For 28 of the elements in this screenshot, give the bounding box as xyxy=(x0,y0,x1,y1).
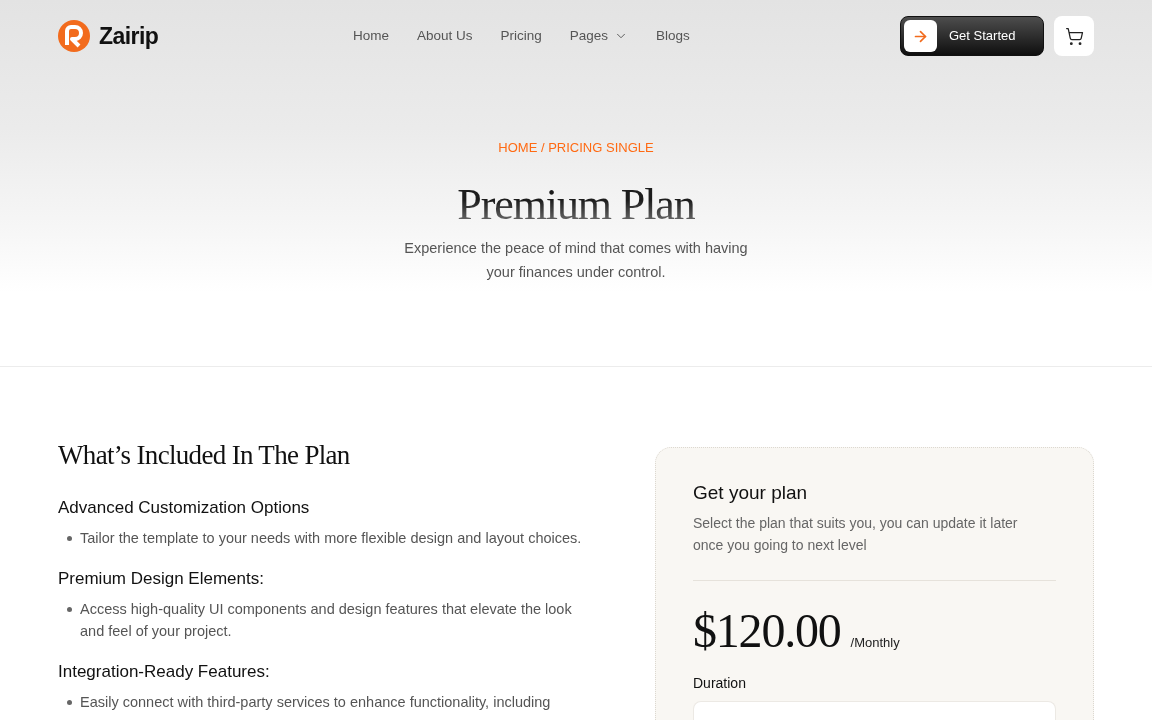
brand-name[interactable]: Zairip xyxy=(99,18,159,54)
cart-icon xyxy=(1064,26,1084,46)
card-title: Get your plan xyxy=(693,481,809,505)
nav-link[interactable]: About Us xyxy=(417,25,473,47)
bullet-icon xyxy=(67,607,72,612)
feature-heading: Premium Design Elements: xyxy=(58,568,265,590)
logo-icon xyxy=(58,20,90,52)
duration-label: Duration xyxy=(693,674,747,693)
nav-link[interactable]: Pages xyxy=(569,25,629,47)
feature-text: Access high-quality UI components and design features that elevate the look and feel of your project. xyxy=(80,600,573,641)
bullet-icon xyxy=(67,536,72,541)
feature-text: Tailor the template to your needs with more flexible design and layout choices. xyxy=(80,529,582,548)
section-title: What’s Included In The Plan xyxy=(58,439,351,471)
nav-link[interactable]: Pricing xyxy=(500,25,542,47)
get-started-button[interactable]: Get Started xyxy=(900,16,1044,56)
page-subtitle: Experience the peace of mind that comes with having your finances under control. xyxy=(403,239,749,282)
bullet-icon xyxy=(67,700,72,705)
nav-link[interactable]: Home xyxy=(353,25,389,47)
nav-link[interactable]: Blogs xyxy=(656,25,690,47)
feature-heading: Integration-Ready Features: xyxy=(58,661,271,683)
price-period: /Monthly xyxy=(850,634,900,652)
arrow-right-icon xyxy=(904,20,937,52)
breadcrumb: HOME / PRICING SINGLE xyxy=(498,139,654,157)
feature-heading: Advanced Customization Options xyxy=(58,497,311,519)
feature-text: Easily connect with third-party services to enhance functionality, including xyxy=(80,693,551,712)
cart-button[interactable] xyxy=(1054,16,1094,56)
price: $120.00 xyxy=(693,603,841,659)
card-description: Select the plan that suits you, you can update it later once you going to next level xyxy=(693,514,1019,555)
